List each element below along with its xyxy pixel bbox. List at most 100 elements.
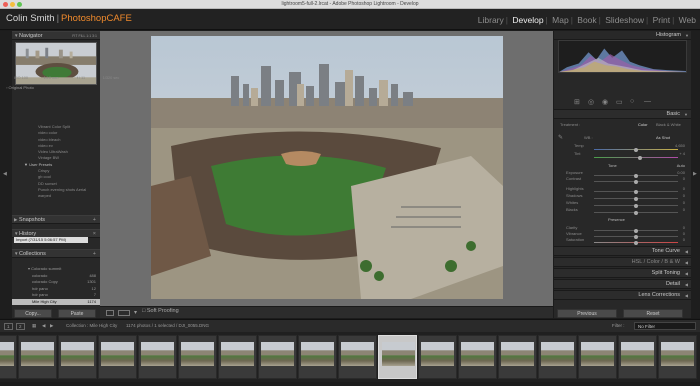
exposure-value[interactable]: 0.00 <box>677 170 685 175</box>
contrast-slider[interactable] <box>594 179 678 184</box>
original-photo-toggle[interactable]: ▫ Original Photo <box>6 85 34 90</box>
reset-button[interactable]: Reset <box>623 309 683 318</box>
slider-knob[interactable] <box>634 179 638 184</box>
slider-knob[interactable] <box>634 147 638 152</box>
slider-knob[interactable] <box>634 196 638 201</box>
page-2-button[interactable]: 2 <box>16 323 25 330</box>
tint-slider[interactable] <box>594 155 678 160</box>
whites-slider[interactable] <box>594 203 678 208</box>
saturation-slider[interactable] <box>594 240 678 245</box>
filmstrip-thumb[interactable] <box>338 335 377 379</box>
wb-select[interactable]: As Shot <box>656 135 670 140</box>
slider-knob[interactable] <box>634 228 638 233</box>
navigator-zoom-options[interactable]: FIT FILL 1:1 3:1 <box>72 32 97 40</box>
filmstrip-thumb[interactable] <box>0 335 17 379</box>
blacks-slider[interactable] <box>594 210 678 215</box>
left-panel-edge[interactable]: ◀ <box>0 31 12 318</box>
before-after-icon[interactable] <box>118 310 130 316</box>
spot-removal-icon[interactable]: ◎ <box>588 98 594 106</box>
red-eye-icon[interactable]: ◉ <box>602 98 608 106</box>
adjustment-brush-icon[interactable]: — <box>644 98 651 105</box>
crop-icon[interactable]: ⊞ <box>574 98 580 106</box>
filmstrip-thumb[interactable] <box>498 335 537 379</box>
soft-proofing-toggle[interactable]: □ Soft Proofing <box>142 308 179 314</box>
slider-knob[interactable] <box>634 240 638 245</box>
split-toning-header[interactable]: Split Toning ◀ <box>554 268 691 278</box>
saturation-value[interactable]: 0 <box>683 237 685 242</box>
filmstrip-thumb[interactable] <box>218 335 257 379</box>
whites-value[interactable]: 0 <box>683 200 685 205</box>
blacks-value[interactable]: 0 <box>683 207 685 212</box>
chevron-down-icon[interactable]: ▾ <box>134 309 137 316</box>
filmstrip-thumb[interactable] <box>578 335 617 379</box>
copy-button[interactable]: Copy... <box>14 309 52 318</box>
zoom-icon[interactable] <box>17 2 22 7</box>
module-print[interactable]: Print <box>653 15 670 25</box>
paste-button[interactable]: Paste <box>58 309 96 318</box>
right-panel-edge[interactable]: ▶ <box>691 31 700 318</box>
filmstrip-thumb[interactable] <box>178 335 217 379</box>
module-slideshow[interactable]: Slideshow <box>605 15 644 25</box>
page-1-button[interactable]: 1 <box>4 323 13 330</box>
filmstrip-thumb[interactable] <box>418 335 457 379</box>
clarity-value[interactable]: 0 <box>683 225 685 230</box>
tone-curve-header[interactable]: Tone Curve ◀ <box>554 246 691 256</box>
module-library[interactable]: Library <box>478 15 504 25</box>
slider-knob[interactable] <box>634 173 638 178</box>
collapse-right-icon[interactable]: ▶ <box>693 171 697 177</box>
loupe-view-icon[interactable] <box>106 310 114 316</box>
minimize-icon[interactable] <box>10 2 15 7</box>
clarity-slider[interactable] <box>594 228 678 233</box>
filmstrip-thumb[interactable] <box>458 335 497 379</box>
slider-knob[interactable] <box>634 189 638 194</box>
preset-item[interactable]: warped <box>12 193 100 199</box>
clear-history-icon[interactable]: × <box>93 230 96 238</box>
filmstrip-thumb[interactable] <box>658 335 697 379</box>
histogram[interactable] <box>558 40 687 73</box>
shadows-slider[interactable] <box>594 196 678 201</box>
snapshots-header[interactable]: ▶ Snapshots + <box>12 215 100 224</box>
filmstrip-thumb[interactable] <box>18 335 57 379</box>
treatment-bw-option[interactable]: Black & White <box>656 122 681 127</box>
previous-button[interactable]: Previous <box>557 309 617 318</box>
main-photo[interactable] <box>151 36 503 299</box>
filmstrip-thumb[interactable] <box>138 335 177 379</box>
highlights-value[interactable]: 0 <box>683 186 685 191</box>
slider-knob[interactable] <box>634 234 638 239</box>
shadows-value[interactable]: 0 <box>683 193 685 198</box>
module-book[interactable]: Book <box>577 15 596 25</box>
graduated-filter-icon[interactable]: ▭ <box>616 98 623 106</box>
temp-value[interactable]: 4,650 <box>675 143 685 148</box>
basic-header[interactable]: Basic ▼ <box>554 109 691 119</box>
collapse-left-icon[interactable]: ◀ <box>3 171 7 177</box>
detail-header[interactable]: Detail ◀ <box>554 279 691 289</box>
close-icon[interactable] <box>3 2 8 7</box>
slider-knob[interactable] <box>634 203 638 208</box>
eyedropper-icon[interactable]: ✎ <box>558 134 563 141</box>
filmstrip-thumb[interactable] <box>538 335 577 379</box>
tint-value[interactable]: + 4 <box>679 151 685 156</box>
filmstrip-thumb-selected[interactable] <box>378 335 417 379</box>
filter-select[interactable]: No Filter <box>634 322 696 330</box>
module-develop[interactable]: Develop <box>512 15 543 25</box>
collection-item-selected[interactable]: Mile High City 1174 <box>12 298 100 305</box>
treatment-color-option[interactable]: Color <box>638 122 648 127</box>
slider-knob[interactable] <box>634 210 638 215</box>
histogram-header[interactable]: Histogram ▼ <box>554 31 691 40</box>
filmstrip-thumb[interactable] <box>98 335 137 379</box>
lens-corrections-header[interactable]: Lens Corrections ◀ <box>554 290 691 300</box>
add-collection-icon[interactable]: + <box>93 250 96 258</box>
auto-tone-button[interactable]: Auto <box>677 163 685 168</box>
exposure-slider[interactable] <box>594 173 678 178</box>
grid-icon[interactable]: ▦ <box>32 323 36 329</box>
module-web[interactable]: Web <box>679 15 696 25</box>
module-map[interactable]: Map <box>552 15 569 25</box>
navigator-header[interactable]: ▼ Navigator FIT FILL 1:1 3:1 <box>12 31 100 40</box>
filmstrip-thumb[interactable] <box>258 335 297 379</box>
vibrance-value[interactable]: 0 <box>683 231 685 236</box>
slider-knob[interactable] <box>638 155 642 160</box>
temp-slider[interactable] <box>594 147 678 152</box>
history-item[interactable]: Import (7/31/15 5:06:57 PM) <box>14 237 88 243</box>
vibrance-slider[interactable] <box>594 234 678 239</box>
back-icon[interactable]: ◀ <box>42 323 45 329</box>
